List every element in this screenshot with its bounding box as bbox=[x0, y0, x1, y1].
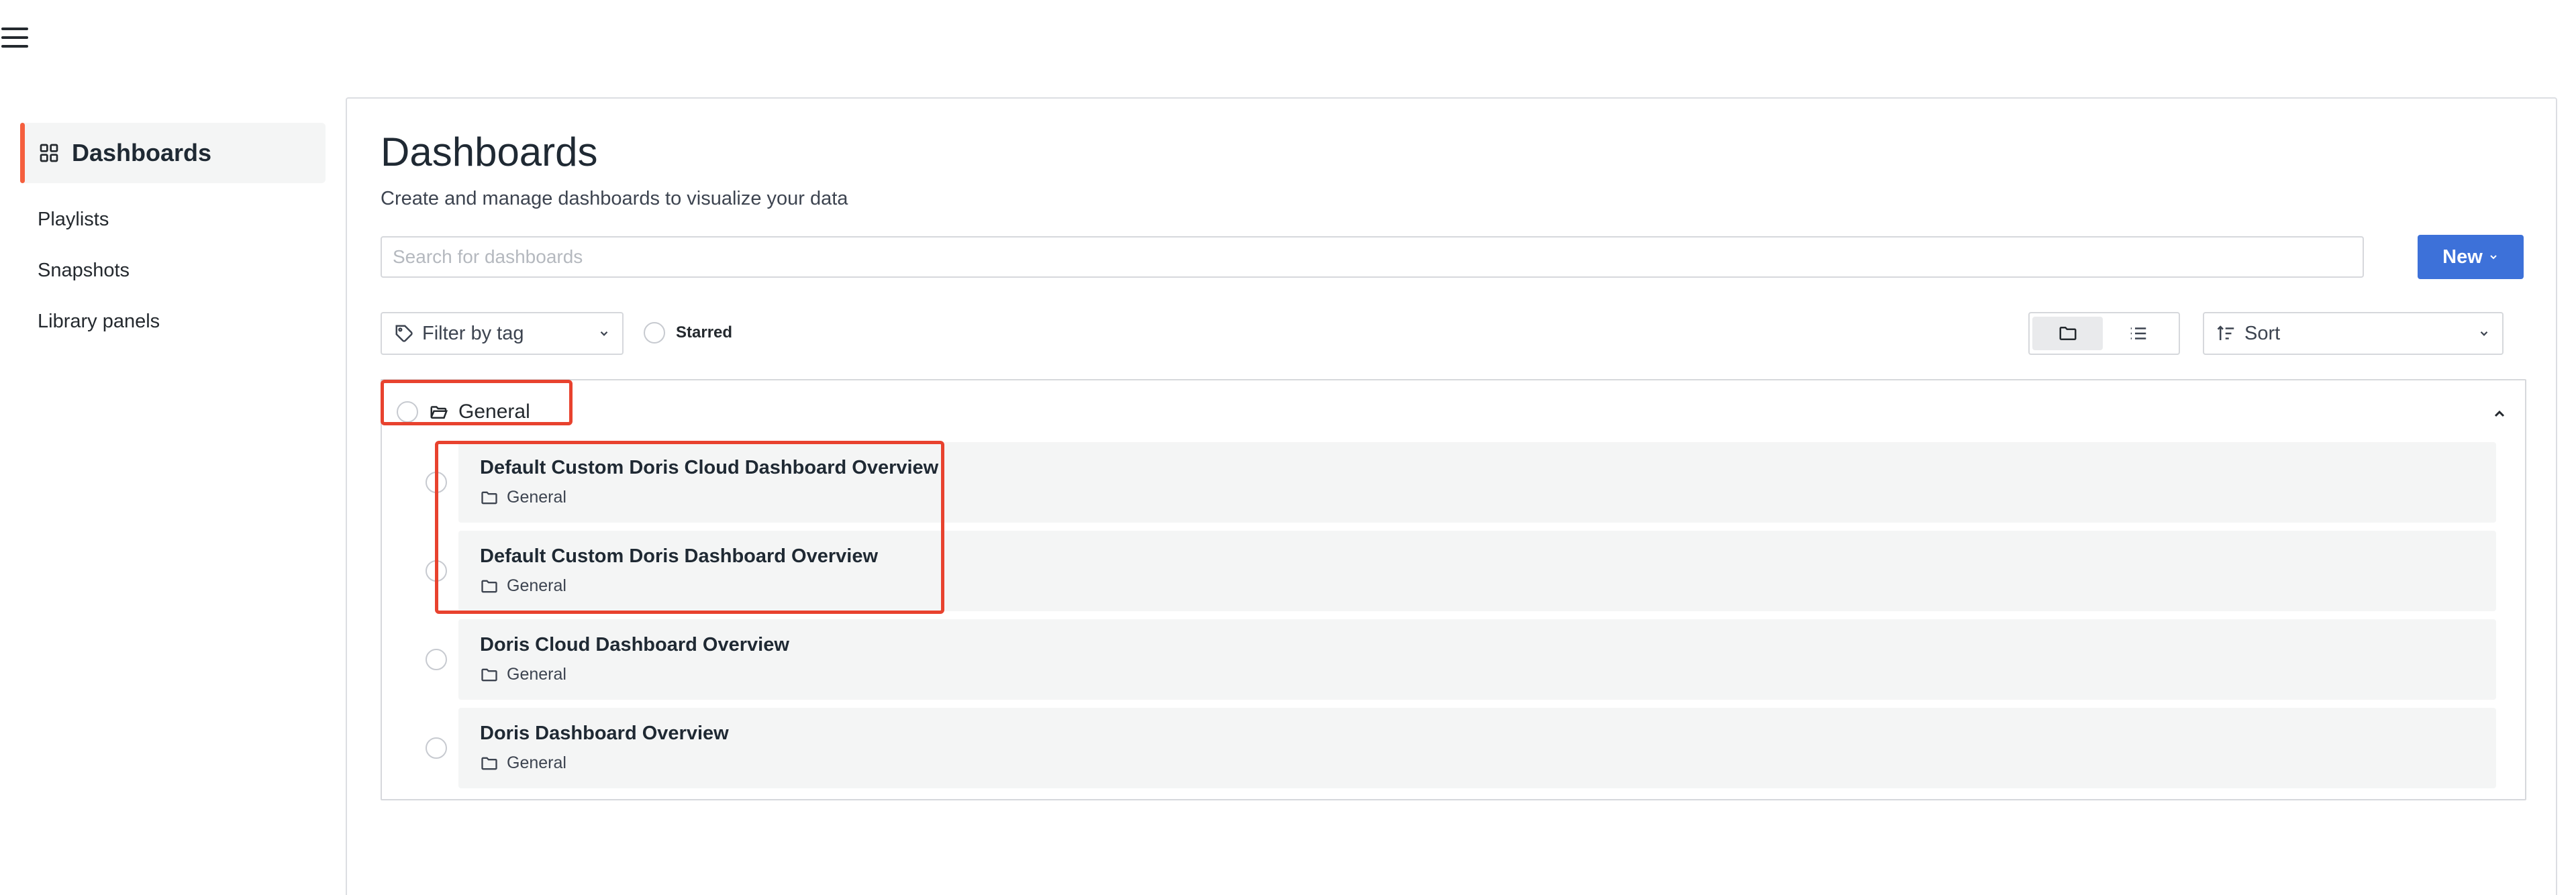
page-subtitle: Create and manage dashboards to visualiz… bbox=[381, 188, 848, 209]
dashboard-checkbox[interactable] bbox=[426, 649, 447, 670]
list-icon bbox=[2130, 327, 2146, 339]
dashboard-location: General bbox=[480, 576, 566, 596]
folder-icon bbox=[2059, 327, 2076, 340]
dashboard-row[interactable]: Doris Dashboard Overview General bbox=[382, 708, 2526, 788]
menu-icon[interactable] bbox=[1, 28, 28, 48]
main-panel: Dashboards Create and manage dashboards … bbox=[346, 97, 2557, 895]
folder-header[interactable]: General bbox=[397, 401, 530, 423]
chevron-down-icon bbox=[2480, 331, 2488, 336]
starred-checkbox[interactable] bbox=[644, 322, 665, 344]
sort-label: Sort bbox=[2244, 322, 2281, 344]
dashboard-row[interactable]: Default Custom Doris Dashboard Overview … bbox=[382, 531, 2526, 611]
new-button[interactable]: New bbox=[2418, 235, 2524, 279]
tag-filter-label: Filter by tag bbox=[422, 322, 524, 344]
folder-icon bbox=[481, 491, 497, 504]
sidebar-item-library-panels[interactable]: Library panels bbox=[20, 296, 326, 347]
search-input[interactable] bbox=[381, 236, 2364, 278]
tag-filter[interactable]: Filter by tag bbox=[381, 312, 624, 355]
dashboard-title[interactable]: Default Custom Doris Cloud Dashboard Ove… bbox=[480, 457, 938, 479]
dashboard-card[interactable]: Doris Cloud Dashboard Overview General bbox=[458, 619, 2496, 700]
tag-icon bbox=[395, 325, 413, 342]
dashboard-location-label: General bbox=[507, 488, 566, 507]
dashboard-card[interactable]: Default Custom Doris Dashboard Overview … bbox=[458, 531, 2496, 611]
dashboard-location-label: General bbox=[507, 576, 566, 595]
list-view-button[interactable] bbox=[2103, 317, 2173, 350]
folder-icon bbox=[481, 668, 497, 681]
dashboard-card[interactable]: Default Custom Doris Cloud Dashboard Ove… bbox=[458, 442, 2496, 523]
dashboard-row[interactable]: Default Custom Doris Cloud Dashboard Ove… bbox=[382, 442, 2526, 523]
folder-open-icon bbox=[430, 406, 448, 419]
folder-icon bbox=[481, 580, 497, 592]
sidebar-item-snapshots[interactable]: Snapshots bbox=[20, 245, 326, 296]
dashboard-title[interactable]: Doris Cloud Dashboard Overview bbox=[480, 634, 789, 656]
dashboard-location: General bbox=[480, 488, 566, 507]
dashboard-location: General bbox=[480, 753, 566, 773]
folder-checkbox[interactable] bbox=[397, 401, 418, 423]
dashboard-title[interactable]: Doris Dashboard Overview bbox=[480, 723, 729, 745]
dashboard-row[interactable]: Doris Cloud Dashboard Overview General bbox=[382, 619, 2526, 700]
folder-section: General Default Custom Doris Cloud Dashb… bbox=[381, 379, 2526, 800]
sidebar-item-dashboards[interactable]: Dashboards bbox=[20, 123, 326, 183]
dashboard-checkbox[interactable] bbox=[426, 560, 447, 582]
starred-label: Starred bbox=[676, 323, 733, 341]
app-root: Dashboards Playlists Snapshots Library p… bbox=[0, 0, 2576, 895]
dashboard-checkbox[interactable] bbox=[426, 737, 447, 759]
dashboard-location-label: General bbox=[507, 665, 566, 684]
sidebar: Dashboards Playlists Snapshots Library p… bbox=[20, 123, 326, 347]
dashboard-checkbox[interactable] bbox=[426, 472, 447, 493]
page-title: Dashboards bbox=[381, 129, 598, 174]
sidebar-item-label: Dashboards bbox=[72, 139, 212, 166]
starred-filter[interactable]: Starred bbox=[644, 322, 732, 344]
folder-view-button[interactable] bbox=[2032, 317, 2103, 350]
dashboard-card[interactable]: Doris Dashboard Overview General bbox=[458, 708, 2496, 788]
sort-select[interactable]: Sort bbox=[2203, 312, 2504, 355]
dashboard-location-label: General bbox=[507, 753, 566, 772]
grid-icon bbox=[40, 144, 58, 162]
chevron-up-icon[interactable] bbox=[2491, 406, 2508, 422]
dashboard-title[interactable]: Default Custom Doris Dashboard Overview bbox=[480, 545, 878, 568]
chevron-down-icon bbox=[2490, 255, 2497, 260]
folder-name: General bbox=[458, 401, 530, 423]
sort-icon bbox=[2217, 325, 2234, 340]
dashboard-location: General bbox=[480, 665, 566, 684]
sidebar-item-playlists[interactable]: Playlists bbox=[20, 194, 326, 245]
view-toggle bbox=[2028, 312, 2180, 355]
new-button-label: New bbox=[2442, 246, 2483, 268]
folder-icon bbox=[481, 757, 497, 770]
chevron-down-icon bbox=[600, 331, 608, 336]
